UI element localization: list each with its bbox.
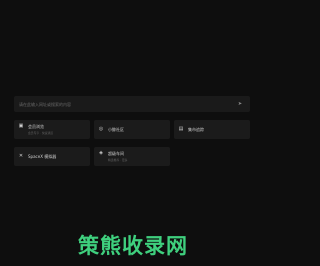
search-input[interactable] bbox=[19, 96, 235, 112]
shortcut-grid: ▣ 会员浏览 会员专享 · 快速通道 ◎ 小鲸社区 ▤ 集市追踪 ✕ Space… bbox=[14, 120, 250, 166]
shortcut-card-spacex[interactable]: ✕ SpaceX 模拟器 bbox=[14, 147, 90, 166]
shortcut-card-deal[interactable]: ◈ 超级车间 精选推荐 · 更多 bbox=[94, 147, 170, 166]
page: ➤ ▣ 会员浏览 会员专享 · 快速通道 ◎ 小鲸社区 ▤ 集市追踪 ✕ bbox=[0, 0, 266, 266]
bookmark-icon: ▣ bbox=[18, 123, 24, 130]
arrow-right-icon[interactable]: ➤ bbox=[235, 99, 245, 109]
shortcut-desc: 会员专享 · 快速通道 bbox=[28, 131, 54, 136]
spacex-x-icon: ✕ bbox=[18, 153, 24, 159]
search-bar: ➤ bbox=[14, 96, 250, 112]
shortcut-card-market[interactable]: ▤ 集市追踪 bbox=[174, 120, 250, 139]
compass-icon: ◎ bbox=[98, 126, 104, 132]
shortcut-title: 小鲸社区 bbox=[108, 126, 124, 132]
shortcut-title: 超级车间 bbox=[108, 150, 124, 156]
site-logo[interactable]: 策熊收录网 bbox=[0, 230, 266, 260]
deal-tag-icon: ◈ bbox=[99, 150, 103, 157]
shortcut-title: 集市追踪 bbox=[188, 126, 204, 132]
shortcut-title: 会员浏览 bbox=[28, 123, 44, 129]
book-icon: ▤ bbox=[178, 126, 184, 132]
shortcut-card-vip[interactable]: ▣ 会员浏览 会员专享 · 快速通道 bbox=[14, 120, 90, 139]
shortcut-title: SpaceX 模拟器 bbox=[28, 153, 57, 159]
shortcut-desc: 精选推荐 · 更多 bbox=[108, 158, 128, 163]
shortcut-card-community[interactable]: ◎ 小鲸社区 bbox=[94, 120, 170, 139]
